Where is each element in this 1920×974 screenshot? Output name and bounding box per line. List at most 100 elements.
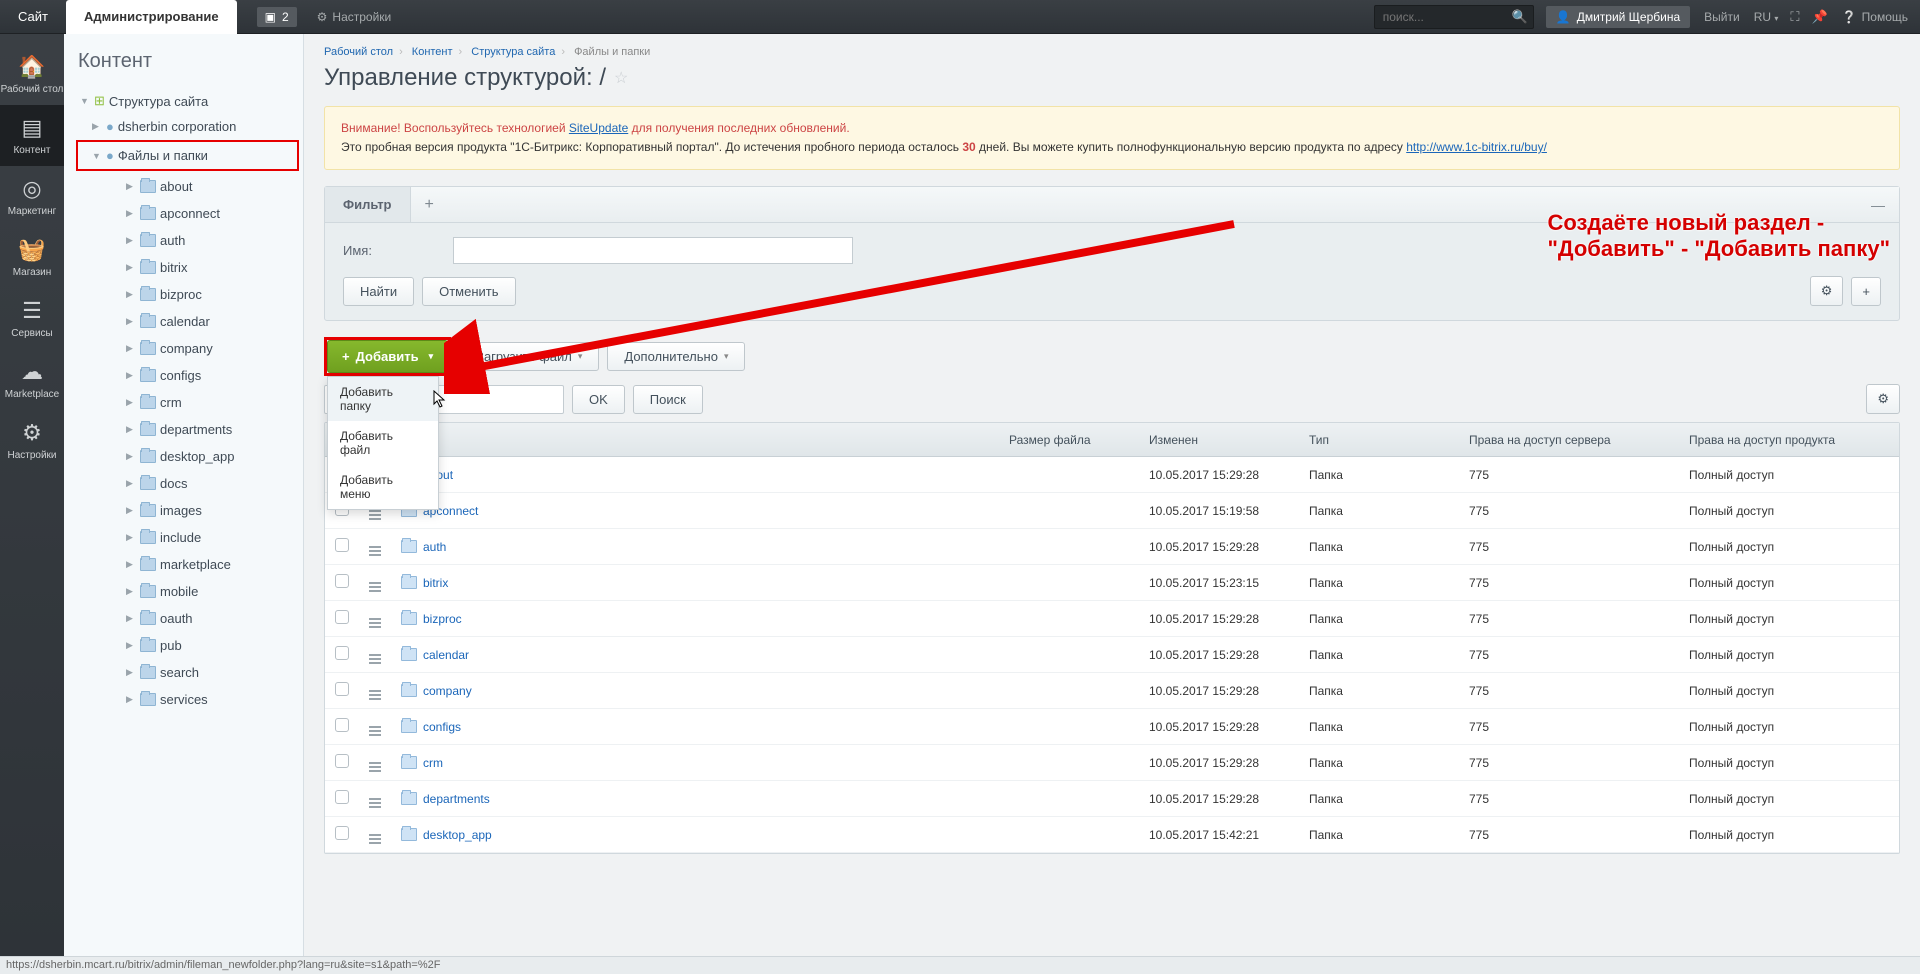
row-menu-icon[interactable] (369, 726, 381, 736)
row-checkbox[interactable] (335, 646, 349, 660)
more-button[interactable]: Дополнительно ▾ (607, 342, 745, 371)
rail-services[interactable]: ☰Сервисы (0, 288, 64, 349)
rail-marketplace[interactable]: ☁Marketplace (0, 349, 64, 410)
tree-folder[interactable]: ▶desktop_app (78, 445, 297, 468)
table-row[interactable]: desktop_app10.05.2017 15:42:21Папка775По… (325, 817, 1899, 853)
row-checkbox[interactable] (335, 574, 349, 588)
breadcrumb-item[interactable]: Рабочий стол (324, 46, 393, 58)
pin-icon[interactable]: 📌 (1812, 9, 1828, 25)
row-name-link[interactable]: auth (423, 540, 446, 554)
col-server-perm[interactable]: Права на доступ сервера (1459, 423, 1679, 457)
search-button[interactable]: Поиск (633, 385, 703, 414)
dropdown-add-file[interactable]: Добавить файл (328, 421, 438, 465)
breadcrumb-item[interactable]: Контент (412, 46, 453, 58)
row-name-link[interactable]: calendar (423, 648, 469, 662)
tree-folder[interactable]: ▶auth (78, 229, 297, 252)
grid-settings-button[interactable]: ⚙ (1866, 384, 1900, 414)
row-menu-icon[interactable] (369, 546, 381, 556)
table-row[interactable]: apconnect10.05.2017 15:19:58Папка775Полн… (325, 493, 1899, 529)
row-menu-icon[interactable] (369, 690, 381, 700)
ok-button[interactable]: OK (572, 385, 625, 414)
row-checkbox[interactable] (335, 754, 349, 768)
row-checkbox[interactable] (335, 790, 349, 804)
user-badge[interactable]: 👤 Дмитрий Щербина (1546, 6, 1690, 28)
filter-name-input[interactable] (453, 237, 853, 264)
row-checkbox[interactable] (335, 682, 349, 696)
tree-root-structure[interactable]: ▼ ⊞ Структура сайта (78, 89, 297, 113)
logout-link[interactable]: Выйти (1704, 10, 1740, 24)
tree-folder[interactable]: ▶apconnect (78, 202, 297, 225)
tree-folder[interactable]: ▶crm (78, 391, 297, 414)
row-checkbox[interactable] (335, 718, 349, 732)
top-settings-link[interactable]: ⚙ Настройки (317, 10, 392, 24)
row-menu-icon[interactable] (369, 654, 381, 664)
col-modified[interactable]: Изменен (1139, 423, 1299, 457)
filter-add-tab[interactable]: + (411, 188, 448, 222)
filter-plus-button[interactable]: + (1851, 277, 1881, 306)
tree-folder[interactable]: ▶configs (78, 364, 297, 387)
filter-cancel-button[interactable]: Отменить (422, 277, 515, 306)
notification-badge[interactable]: ▣ 2 (257, 7, 297, 27)
help-link[interactable]: ❔ Помощь (1842, 10, 1908, 24)
row-checkbox[interactable] (335, 610, 349, 624)
dropdown-add-folder[interactable]: Добавить папку (328, 377, 438, 421)
buy-link[interactable]: http://www.1c-bitrix.ru/buy/ (1406, 140, 1547, 154)
table-row[interactable]: calendar10.05.2017 15:29:28Папка775Полны… (325, 637, 1899, 673)
col-type[interactable]: Тип (1299, 423, 1459, 457)
tree-files-folders[interactable]: ▼ ● Файлы и папки (78, 144, 297, 167)
table-row[interactable]: company10.05.2017 15:29:28Папка775Полный… (325, 673, 1899, 709)
tree-folder[interactable]: ▶include (78, 526, 297, 549)
lang-selector[interactable]: RU ▾ (1754, 10, 1779, 24)
rail-marketing[interactable]: ◎Маркетинг (0, 166, 64, 227)
table-row[interactable]: bitrix10.05.2017 15:23:15Папка775Полный … (325, 565, 1899, 601)
search-icon[interactable]: 🔍 (1512, 9, 1528, 25)
row-name-link[interactable]: company (423, 684, 472, 698)
row-name-link[interactable]: bizproc (423, 612, 462, 626)
tree-folder[interactable]: ▶calendar (78, 310, 297, 333)
breadcrumb-item[interactable]: Структура сайта (471, 46, 555, 58)
col-name[interactable]: Имя (391, 423, 999, 457)
tab-site[interactable]: Сайт (0, 0, 66, 34)
col-size[interactable]: Размер файла (999, 423, 1139, 457)
tree-corporation[interactable]: ▶ ● dsherbin corporation (78, 115, 297, 138)
siteupdate-link[interactable]: SiteUpdate (569, 121, 628, 135)
row-name-link[interactable]: crm (423, 756, 443, 770)
table-row[interactable]: about10.05.2017 15:29:28Папка775Полный д… (325, 457, 1899, 493)
row-name-link[interactable]: bitrix (423, 576, 448, 590)
row-checkbox[interactable] (335, 538, 349, 552)
row-name-link[interactable]: departments (423, 792, 490, 806)
row-name-link[interactable]: configs (423, 720, 461, 734)
filter-find-button[interactable]: Найти (343, 277, 414, 306)
row-menu-icon[interactable] (369, 582, 381, 592)
row-menu-icon[interactable] (369, 798, 381, 808)
add-button[interactable]: + Добавить ▾ (327, 340, 448, 373)
tree-folder[interactable]: ▶oauth (78, 607, 297, 630)
tree-folder[interactable]: ▶company (78, 337, 297, 360)
tree-folder[interactable]: ▶bitrix (78, 256, 297, 279)
table-row[interactable]: departments10.05.2017 15:29:28Папка775По… (325, 781, 1899, 817)
rail-shop[interactable]: 🧺Магазин (0, 227, 64, 288)
tree-folder[interactable]: ▶docs (78, 472, 297, 495)
expand-icon[interactable]: ⛶ (1790, 9, 1799, 25)
rail-content[interactable]: ▤Контент (0, 105, 64, 166)
tree-folder[interactable]: ▶search (78, 661, 297, 684)
tree-folder[interactable]: ▶mobile (78, 580, 297, 603)
row-checkbox[interactable] (335, 826, 349, 840)
favorite-star-icon[interactable]: ☆ (614, 68, 628, 88)
row-menu-icon[interactable] (369, 834, 381, 844)
tree-folder[interactable]: ▶bizproc (78, 283, 297, 306)
col-product-perm[interactable]: Права на доступ продукта (1679, 423, 1899, 457)
row-menu-icon[interactable] (369, 510, 381, 520)
upload-button[interactable]: Загрузить файл ▾ (459, 342, 599, 371)
tree-folder[interactable]: ▶about (78, 175, 297, 198)
filter-tab[interactable]: Фильтр (325, 187, 411, 222)
table-row[interactable]: crm10.05.2017 15:29:28Папка775Полный дос… (325, 745, 1899, 781)
tree-folder[interactable]: ▶departments (78, 418, 297, 441)
row-name-link[interactable]: desktop_app (423, 828, 492, 842)
table-row[interactable]: bizproc10.05.2017 15:29:28Папка775Полный… (325, 601, 1899, 637)
top-search-input[interactable] (1374, 5, 1534, 29)
tree-folder[interactable]: ▶services (78, 688, 297, 711)
rail-desktop[interactable]: 🏠Рабочий стол (0, 44, 64, 105)
tree-folder[interactable]: ▶marketplace (78, 553, 297, 576)
rail-settings[interactable]: ⚙Настройки (0, 410, 64, 471)
